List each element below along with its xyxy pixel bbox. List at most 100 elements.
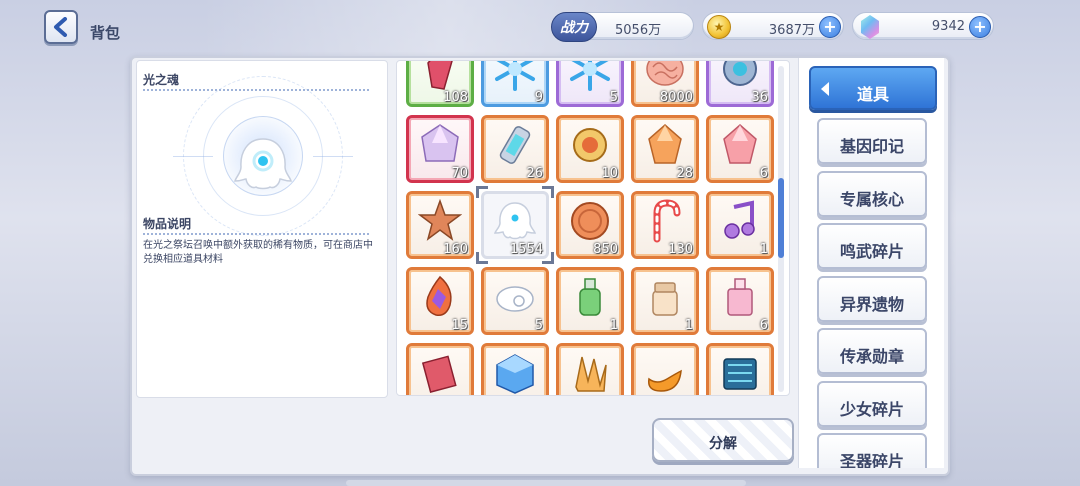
inventory-slot[interactable]: 1 <box>706 191 774 259</box>
inventory-slot[interactable]: 160 <box>406 191 474 259</box>
inventory-slot[interactable]: 10 <box>556 115 624 183</box>
tab-heritage-medals[interactable]: 传承勋章 <box>817 328 927 374</box>
item-count: 1 <box>609 318 618 333</box>
tab-label: 异界遗物 <box>839 295 904 314</box>
scrollbar-thumb[interactable] <box>778 178 784 258</box>
green-bottle-icon <box>579 278 601 316</box>
blue-snowflake-icon <box>495 61 535 91</box>
star-ornament-icon <box>418 199 462 241</box>
flame-crystal-icon <box>426 275 452 317</box>
inventory-slot[interactable]: 1554 <box>476 186 554 264</box>
item-count: 1 <box>759 242 768 257</box>
candy-cane-icon <box>653 199 681 243</box>
inventory-slot[interactable] <box>406 343 474 395</box>
inventory-slot[interactable] <box>631 343 699 395</box>
grid-scrollbar[interactable] <box>778 66 784 392</box>
gem-value: 9342 <box>931 19 965 34</box>
power-value: 5056万 <box>615 23 662 38</box>
item-count: 6 <box>759 166 768 181</box>
page-title: 背包 <box>90 24 121 42</box>
decompose-label: 分解 <box>709 436 737 452</box>
music-note-icon <box>724 200 755 239</box>
circuit-chip-icon <box>723 358 757 390</box>
inventory-slot[interactable] <box>481 343 549 395</box>
item-count: 10 <box>601 166 618 181</box>
inventory-slot[interactable]: 1 <box>631 267 699 335</box>
inventory-slot[interactable] <box>556 343 624 395</box>
inventory-slot[interactable]: 1 <box>556 267 624 335</box>
item-count: 36 <box>751 90 768 105</box>
inventory-slot[interactable]: 5 <box>556 61 624 107</box>
inventory-slot[interactable]: 36 <box>706 61 774 107</box>
selection-indicator <box>476 186 554 264</box>
blue-cube-icon <box>496 354 534 394</box>
tab-label: 鸣武碎片 <box>839 242 904 261</box>
gold-display: ★ 3687万 + <box>702 12 844 40</box>
tab-label: 传承勋章 <box>839 347 904 366</box>
orange-gem-icon <box>648 124 682 164</box>
tab-girl-fragments[interactable]: 少女碎片 <box>817 381 927 427</box>
brain-coral-icon <box>646 61 684 86</box>
item-count: 15 <box>451 318 468 333</box>
inventory-slot[interactable]: 26 <box>481 115 549 183</box>
category-tabs: 道具 基因印记 专属核心 鸣武碎片 异界遗物 传承勋章 少女碎片 圣器碎片 <box>798 58 944 468</box>
back-arrow-icon <box>54 17 67 37</box>
gold-value: 3687万 <box>768 23 815 38</box>
item-count: 850 <box>593 242 618 257</box>
item-grid[interactable]: 108 9 5 8000 36 70 26 10 28 6 160 1554 850 130 1 15 5 1 1 6 <box>396 60 790 396</box>
tab-exclusive-core[interactable]: 专属核心 <box>817 171 927 217</box>
description-title: 物品说明 <box>143 217 192 231</box>
back-button[interactable] <box>44 10 78 44</box>
tab-items[interactable]: 道具 <box>809 66 937 110</box>
orange-drop-icon <box>648 369 682 392</box>
item-count: 5 <box>609 90 618 105</box>
inventory-slot[interactable]: 850 <box>556 191 624 259</box>
prism-gem-icon <box>421 124 459 162</box>
item-name: 光之魂 <box>143 73 180 87</box>
item-count: 28 <box>676 166 693 181</box>
item-description: 在光之祭坛召唤中额外获取的稀有物质，可在商店中兑换相应道具材料 <box>143 240 373 265</box>
inventory-slot[interactable]: 6 <box>706 115 774 183</box>
item-detail-panel: 光之魂 物品说明 在光之祭坛召唤中额外获取的稀有物质，可在商店中兑换相应道具材料 <box>136 60 388 398</box>
tab-label: 少女碎片 <box>839 400 904 419</box>
bronze-coin-icon <box>571 202 609 240</box>
tab-otherworld-relics[interactable]: 异界遗物 <box>817 276 927 322</box>
white-cloud-icon <box>496 286 534 312</box>
inventory-slot[interactable]: 6 <box>706 267 774 335</box>
item-count: 8000 <box>659 90 693 105</box>
power-display: 战力 5056万 <box>551 12 694 42</box>
inventory-slot[interactable]: 9 <box>481 61 549 107</box>
bottom-handle <box>346 480 746 486</box>
inventory-slot[interactable]: 130 <box>631 191 699 259</box>
gem-icon <box>861 15 879 39</box>
inventory-slot[interactable]: 8000 <box>631 61 699 107</box>
item-count: 9 <box>534 90 543 105</box>
add-gem-button[interactable]: + <box>969 16 991 38</box>
inventory-slot[interactable]: 70 <box>406 115 474 183</box>
inventory-slot[interactable]: 28 <box>631 115 699 183</box>
item-count: 160 <box>443 242 468 257</box>
item-count: 6 <box>759 318 768 333</box>
gold-coin-icon: ★ <box>707 15 731 39</box>
divider <box>143 233 369 235</box>
pink-gem-icon <box>723 124 757 164</box>
battery-tube-icon <box>499 126 531 164</box>
decompose-button[interactable]: 分解 <box>652 418 794 462</box>
inventory-slot[interactable]: 5 <box>481 267 549 335</box>
tab-relic-fragments[interactable]: 圣器碎片 <box>817 433 927 468</box>
power-label: 战力 <box>551 12 597 42</box>
inventory-slot[interactable]: 108 <box>406 61 474 107</box>
item-count: 130 <box>668 242 693 257</box>
item-count: 1 <box>684 318 693 333</box>
golden-compass-icon <box>573 128 607 162</box>
inventory-slot[interactable] <box>706 343 774 395</box>
pink-bottle-icon <box>727 278 753 316</box>
item-count: 108 <box>443 90 468 105</box>
inventory-slot[interactable]: 15 <box>406 267 474 335</box>
add-gold-button[interactable]: + <box>819 16 841 38</box>
tab-gene-imprint[interactable]: 基因印记 <box>817 118 927 164</box>
red-crystal-icon <box>427 61 453 90</box>
blue-snowflake-icon <box>570 61 610 91</box>
light-soul-icon <box>234 138 292 190</box>
tab-weapon-fragments[interactable]: 鸣武碎片 <box>817 223 927 269</box>
